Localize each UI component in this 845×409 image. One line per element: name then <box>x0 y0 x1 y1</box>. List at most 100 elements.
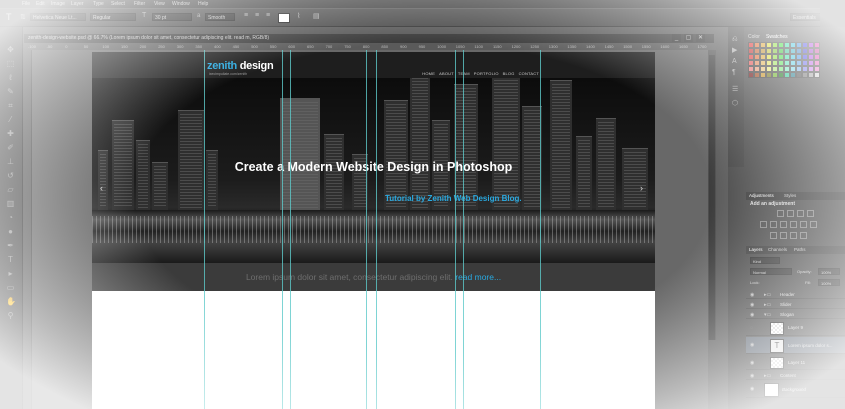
menu-window[interactable]: Window <box>172 0 190 8</box>
3d-panel-icon[interactable]: ⬡ <box>732 100 740 108</box>
guide-line[interactable] <box>204 50 205 409</box>
guide-line[interactable] <box>376 50 377 409</box>
visibility-eye-icon[interactable]: ◉ <box>750 312 754 318</box>
visibility-eye-icon[interactable]: ◉ <box>750 302 754 308</box>
document-tab[interactable]: zenith-design-website.psd @ 66.7% (Lorem… <box>24 34 714 43</box>
visibility-eye-icon[interactable]: ◌ <box>750 325 753 331</box>
font-style-select[interactable]: Regular <box>90 13 136 21</box>
visibility-eye-icon[interactable]: ◉ <box>750 360 754 366</box>
shape-tool-icon[interactable]: ▭ <box>6 283 15 292</box>
properties-panel-icon[interactable]: ☰ <box>732 86 740 94</box>
eyedropper-tool-icon[interactable]: ⁄ <box>6 115 15 124</box>
close-button[interactable]: ✕ <box>696 34 705 42</box>
swatches-grid[interactable] <box>748 42 822 82</box>
maximize-button[interactable]: ▢ <box>684 34 693 42</box>
antialias-select[interactable]: Smooth <box>205 13 235 21</box>
invert-adjust-icon[interactable] <box>770 232 777 239</box>
nav-contact[interactable]: CONTACT <box>519 71 539 76</box>
tab-paths[interactable]: Paths <box>794 246 806 254</box>
layer-row-layer9[interactable]: ◌ Layer 9 <box>746 320 845 336</box>
guide-line[interactable] <box>540 50 541 409</box>
actions-panel-icon[interactable]: ▶ <box>732 47 740 55</box>
tab-color[interactable]: Color <box>748 33 760 41</box>
history-brush-tool-icon[interactable]: ↺ <box>6 171 15 180</box>
photo-filter-adjust-icon[interactable] <box>800 221 807 228</box>
path-select-tool-icon[interactable]: ▸ <box>6 269 15 278</box>
lasso-tool-icon[interactable]: ℓ <box>6 73 15 82</box>
menu-filter[interactable]: Filter <box>134 0 145 8</box>
layer-row-slogan[interactable]: ◉ ▾▭ Slogan <box>746 310 845 319</box>
nav-portfolio[interactable]: PORTFOLIO <box>474 71 499 76</box>
scrollbar-thumb[interactable] <box>709 55 715 340</box>
warp-text-icon[interactable]: ⌇ <box>297 12 300 20</box>
eraser-tool-icon[interactable]: ▱ <box>6 185 15 194</box>
brightness-adjust-icon[interactable] <box>777 210 784 217</box>
slider-next-arrow[interactable]: › <box>640 183 643 193</box>
text-color-swatch[interactable] <box>278 13 290 23</box>
gradient-map-adjust-icon[interactable] <box>800 232 807 239</box>
healing-tool-icon[interactable]: ✚ <box>6 129 15 138</box>
tab-styles[interactable]: Styles <box>784 192 796 200</box>
dodge-tool-icon[interactable]: ● <box>6 227 15 236</box>
visibility-eye-icon[interactable]: ◉ <box>750 373 754 379</box>
blend-mode-select[interactable]: Normal <box>750 268 792 275</box>
minimize-button[interactable]: _ <box>672 34 681 42</box>
nav-about[interactable]: ABOUT <box>439 71 454 76</box>
nav-home[interactable]: HOME <box>422 71 435 76</box>
visibility-eye-icon[interactable]: ◉ <box>750 386 754 392</box>
crop-tool-icon[interactable]: ⌗ <box>6 101 15 110</box>
tab-layers[interactable]: Layers <box>749 246 763 254</box>
fill-field[interactable]: 100% <box>818 279 840 286</box>
layer-row-slider[interactable]: ◉ ▸▭ Slider <box>746 300 845 309</box>
quick-select-tool-icon[interactable]: ✎ <box>6 87 15 96</box>
layer-row-header[interactable]: ◉ ▸▭ Header <box>746 290 845 299</box>
gradient-tool-icon[interactable]: ▥ <box>6 199 15 208</box>
move-tool-icon[interactable]: ✥ <box>6 45 15 54</box>
tab-swatches[interactable]: Swatches <box>766 33 788 41</box>
layer-row-background[interactable]: ◉ Background <box>746 381 845 398</box>
character-panel-icon[interactable]: A <box>732 58 740 66</box>
layer-row-text[interactable]: ◉ T Lorem ipsum dolor s... <box>746 337 845 354</box>
swatch-cell[interactable] <box>814 72 820 78</box>
vertical-ruler[interactable] <box>24 50 32 409</box>
tab-channels[interactable]: Channels <box>768 246 787 254</box>
bw-adjust-icon[interactable] <box>790 221 797 228</box>
type-tool-icon[interactable]: T <box>6 12 12 22</box>
align-left-icon[interactable]: ≡ <box>244 12 248 19</box>
layer-filter-kind[interactable]: Kind <box>750 257 780 264</box>
history-panel-icon[interactable]: ⎌ <box>732 36 740 44</box>
tab-adjustments[interactable]: Adjustments <box>749 192 774 200</box>
type-tool-icon[interactable]: T <box>6 255 15 264</box>
menu-select[interactable]: Select <box>111 0 125 8</box>
channel-mixer-adjust-icon[interactable] <box>810 221 817 228</box>
guide-line[interactable] <box>455 50 456 409</box>
menu-edit[interactable]: Edit <box>36 0 45 8</box>
hue-adjust-icon[interactable] <box>770 221 777 228</box>
color-balance-adjust-icon[interactable] <box>780 221 787 228</box>
layer-row-content[interactable]: ◉ ▸▭ Content <box>746 371 845 380</box>
nav-blog[interactable]: BLOG <box>503 71 515 76</box>
paragraph-panel-icon[interactable]: ¶ <box>732 69 740 77</box>
menu-view[interactable]: View <box>154 0 165 8</box>
threshold-adjust-icon[interactable] <box>790 232 797 239</box>
guide-line[interactable] <box>282 50 283 409</box>
guide-line[interactable] <box>290 50 291 409</box>
guide-line[interactable] <box>366 50 367 409</box>
visibility-eye-icon[interactable]: ◉ <box>750 292 754 298</box>
blur-tool-icon[interactable]: ◔ <box>6 213 15 222</box>
stamp-tool-icon[interactable]: ⊥ <box>6 157 15 166</box>
menu-layer[interactable]: Layer <box>71 0 84 8</box>
exposure-adjust-icon[interactable] <box>807 210 814 217</box>
font-size-field[interactable]: 30 pt <box>152 13 192 21</box>
character-panel-icon[interactable]: ▤ <box>313 12 320 20</box>
menu-file[interactable]: File <box>22 0 30 8</box>
hand-tool-icon[interactable]: ✋ <box>6 297 16 306</box>
pen-tool-icon[interactable]: ✒ <box>6 241 15 250</box>
visibility-eye-icon[interactable]: ◉ <box>750 342 754 348</box>
slider-prev-arrow[interactable]: ‹ <box>100 183 103 193</box>
align-center-icon[interactable]: ≡ <box>255 12 259 19</box>
guide-line[interactable] <box>463 50 464 409</box>
vibrance-adjust-icon[interactable] <box>760 221 767 228</box>
layer-row-layer11[interactable]: ◉ Layer 11 <box>746 355 845 370</box>
menu-image[interactable]: Image <box>51 0 65 8</box>
